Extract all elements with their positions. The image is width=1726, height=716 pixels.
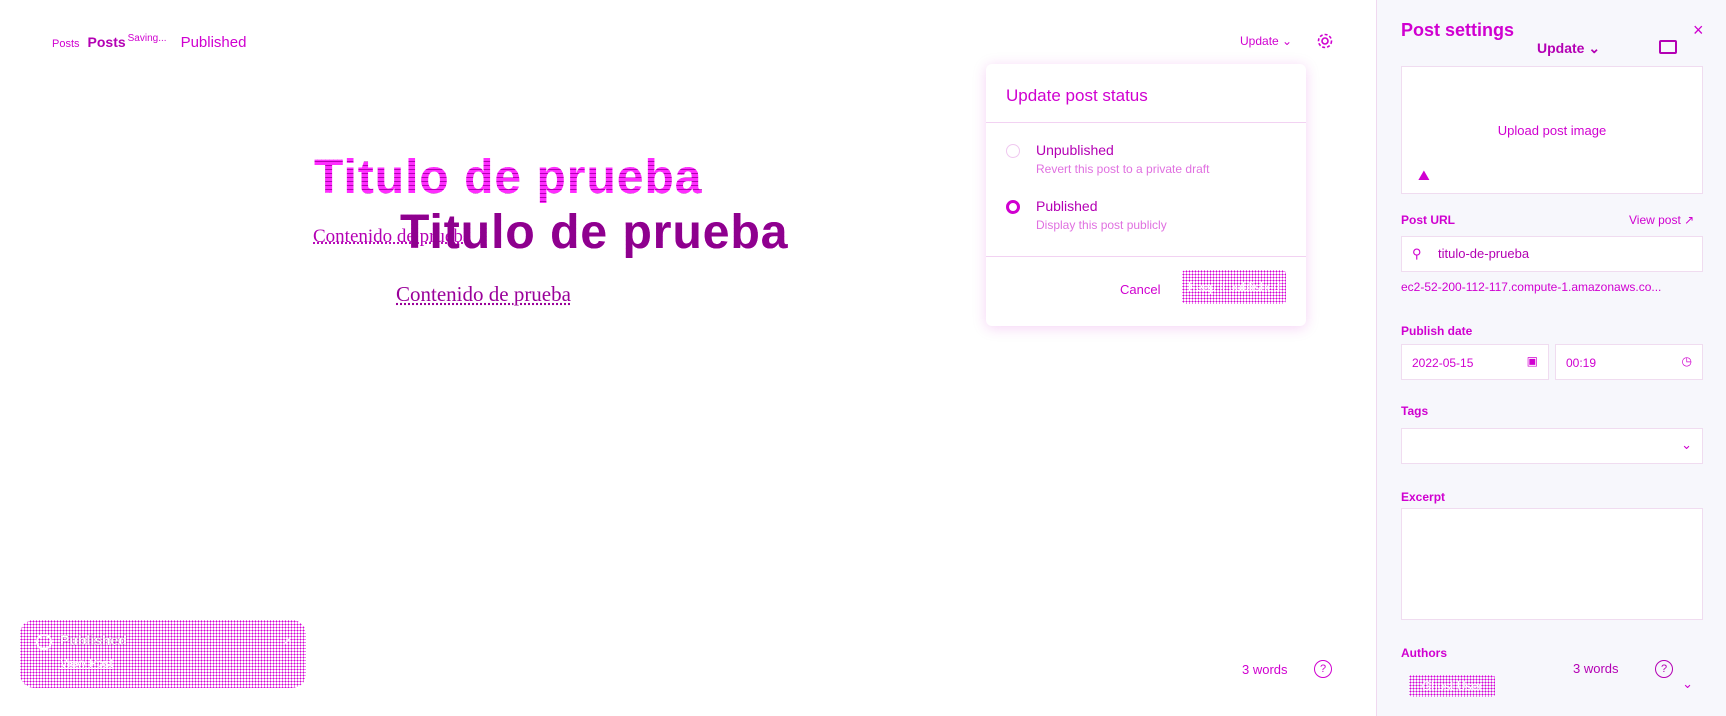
cancel-button[interactable]: Cancel [1120,282,1160,297]
breadcrumb: Posts Posts Saving... Published [52,33,247,51]
post-url-label: Post URL [1401,213,1455,227]
sidebar-title: Post settings [1401,20,1515,40]
toast-close-icon[interactable]: × [284,632,292,648]
post-status-label: Published [180,34,247,51]
author-chip[interactable]: Ghost User [1409,675,1495,697]
published-toast: Published View Post × [20,620,306,688]
sidebar-help-icon[interactable]: ? [1655,660,1673,678]
option-published-label: Published [1036,198,1098,214]
chevron-down-icon: ⌄ [1681,437,1692,452]
authors-label: Authors [1401,646,1447,660]
option-published-desc: Display this post publicly [1036,218,1167,232]
toast-message: Published [60,632,127,648]
calendar-icon[interactable]: ▣ [1527,354,1538,368]
chevron-down-icon: ⌄ [1682,676,1693,691]
popover-title: Update post status [1006,86,1148,105]
post-content-editor[interactable]: Contenido de prueba [396,282,571,307]
breadcrumb-posts-link[interactable]: Posts [52,38,80,50]
post-url-slug: titulo-de-prueba [1438,246,1530,261]
excerpt-textarea[interactable] [1401,508,1703,620]
help-icon[interactable]: ? [1314,660,1332,678]
settings-gear-icon[interactable] [1316,32,1334,50]
radio-published[interactable] [1006,200,1020,214]
tags-select[interactable]: ⌄ [1401,428,1703,464]
excerpt-label: Excerpt [1401,490,1446,504]
close-icon[interactable]: × [1693,20,1704,41]
tags-label: Tags [1401,404,1429,418]
update-status-popover: Update post status Unpublished Revert th… [986,64,1306,326]
post-title-ghost: Titulo de prueba [314,150,703,205]
check-circle-icon [36,634,52,650]
publish-date-input[interactable]: 2022-05-15 ▣ [1401,344,1549,380]
divider [986,256,1306,257]
divider [986,122,1306,123]
post-url-full: ec2-52-200-112-117.compute-1.amazonaws.c… [1401,280,1662,294]
time-value: 00:19 [1566,356,1597,370]
view-post-link[interactable]: View post ↗ [1629,213,1694,227]
update-dropdown-button[interactable]: Update ⌄ [1240,34,1292,48]
saving-indicator: Saving... [127,33,167,44]
date-value: 2022-05-15 [1412,356,1474,370]
clock-icon: ◷ [1681,354,1692,368]
option-unpublished-label: Unpublished [1036,142,1114,158]
radio-unpublished[interactable] [1006,144,1020,158]
link-icon: ⚲ [1412,246,1422,261]
post-image-upload[interactable]: Upload post image ⛰ [1401,66,1703,194]
image-icon: ⛰ [1418,167,1430,183]
upload-image-label[interactable]: Upload post image [1402,123,1702,138]
word-count: 3 words [1242,662,1288,677]
publish-date-label: Publish date [1401,324,1473,338]
post-title-input[interactable]: Titulo de prueba [400,205,789,260]
breadcrumb-current: Posts [87,34,126,50]
sidebar-word-count: 3 words [1573,661,1619,676]
sidebar-update-button[interactable]: Update ⌄ [1537,40,1600,57]
publish-time-input[interactable]: 00:19 ◷ [1555,344,1703,380]
option-unpublished-desc: Revert this post to a private draft [1036,162,1210,176]
post-settings-sidebar: Post settings Update ⌄ × Upload post ima… [1376,0,1726,716]
confirm-update-button[interactable]: Keep it published [1182,270,1286,304]
panel-toggle-icon[interactable] [1659,40,1677,54]
post-url-input[interactable]: ⚲ titulo-de-prueba [1401,236,1703,272]
toast-view-post-link[interactable]: View Post [60,656,113,670]
